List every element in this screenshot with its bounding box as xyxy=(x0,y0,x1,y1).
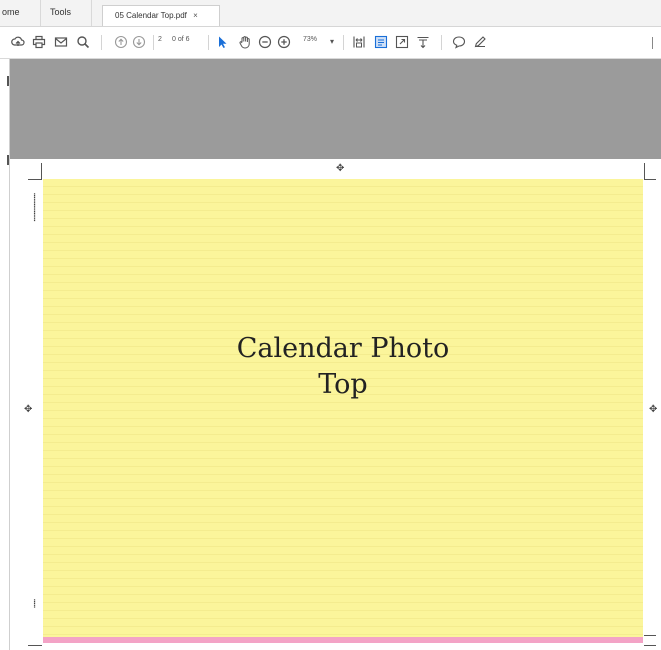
page-down-icon[interactable] xyxy=(131,34,147,50)
bottom-color-strip xyxy=(43,637,643,643)
select-tool-icon[interactable] xyxy=(214,34,230,50)
document-viewport[interactable]: ✥ ✥ ✥ ▪▪▪▪▪▪▪▪▪▪▪▪▪▪▪▪ ▪▪▪▪▪ Calendar Ph… xyxy=(10,59,661,650)
page-up-icon[interactable] xyxy=(113,34,129,50)
tab-tools[interactable]: Tools xyxy=(40,0,92,26)
hand-tool-icon[interactable] xyxy=(237,34,253,50)
comment-icon[interactable] xyxy=(451,34,467,50)
read-mode-icon[interactable] xyxy=(415,34,431,50)
zoom-in-icon[interactable] xyxy=(276,34,292,50)
move-handle-icon[interactable]: ✥ xyxy=(649,405,657,415)
crop-mark xyxy=(644,635,656,636)
pen-icon[interactable] xyxy=(472,34,488,50)
page-gap-area xyxy=(10,59,661,159)
fullscreen-icon[interactable] xyxy=(394,34,410,50)
toolbar-separator xyxy=(153,35,154,50)
page-count: 0 of 6 xyxy=(172,36,190,43)
toolbar-separator xyxy=(441,35,442,50)
tab-document[interactable]: 05 Calendar Top.pdf × xyxy=(102,5,220,26)
crop-mark xyxy=(28,645,42,646)
toolbar-separator xyxy=(101,35,102,50)
toolbar-separator xyxy=(343,35,344,50)
crop-mark xyxy=(41,163,42,179)
page-number-input[interactable]: 2 xyxy=(158,36,162,43)
toolbar-separator xyxy=(208,35,209,50)
move-handle-icon[interactable]: ✥ xyxy=(336,164,344,174)
crop-mark xyxy=(28,179,42,180)
print-icon[interactable] xyxy=(31,34,47,50)
photo-title-line2: Top xyxy=(318,369,368,400)
toolbar-overflow[interactable] xyxy=(652,37,653,49)
mail-icon[interactable] xyxy=(53,34,69,50)
scroll-mode-icon[interactable] xyxy=(373,34,389,50)
slug-text: ▪▪▪▪▪▪▪▪▪▪▪▪▪▪▪▪ xyxy=(31,193,37,222)
photo-title-line1: Calendar Photo xyxy=(236,333,450,364)
toolbar: 2 0 of 6 73% ▾ xyxy=(0,27,661,59)
crop-mark xyxy=(644,645,656,646)
fit-page-icon[interactable] xyxy=(351,34,367,50)
left-side-panel xyxy=(0,59,10,650)
photo-placeholder-title: Calendar Photo Top xyxy=(43,331,643,403)
crop-mark xyxy=(644,179,656,180)
photo-placeholder xyxy=(43,179,643,639)
search-icon[interactable] xyxy=(75,34,91,50)
crop-mark xyxy=(644,163,645,179)
tab-document-label: 05 Calendar Top.pdf xyxy=(115,11,187,20)
move-handle-icon[interactable]: ✥ xyxy=(24,405,32,415)
tab-bar: ome Tools 05 Calendar Top.pdf × xyxy=(0,0,661,27)
cloud-upload-icon[interactable] xyxy=(10,34,26,50)
panel-handle[interactable] xyxy=(7,76,9,86)
close-icon[interactable]: × xyxy=(193,11,198,20)
panel-handle[interactable] xyxy=(7,155,9,165)
zoom-dropdown-icon[interactable]: ▾ xyxy=(324,34,340,50)
slug-text: ▪▪▪▪▪ xyxy=(31,599,37,608)
zoom-out-icon[interactable] xyxy=(257,34,273,50)
zoom-level[interactable]: 73% xyxy=(303,36,317,43)
tab-home[interactable]: ome xyxy=(0,0,37,26)
